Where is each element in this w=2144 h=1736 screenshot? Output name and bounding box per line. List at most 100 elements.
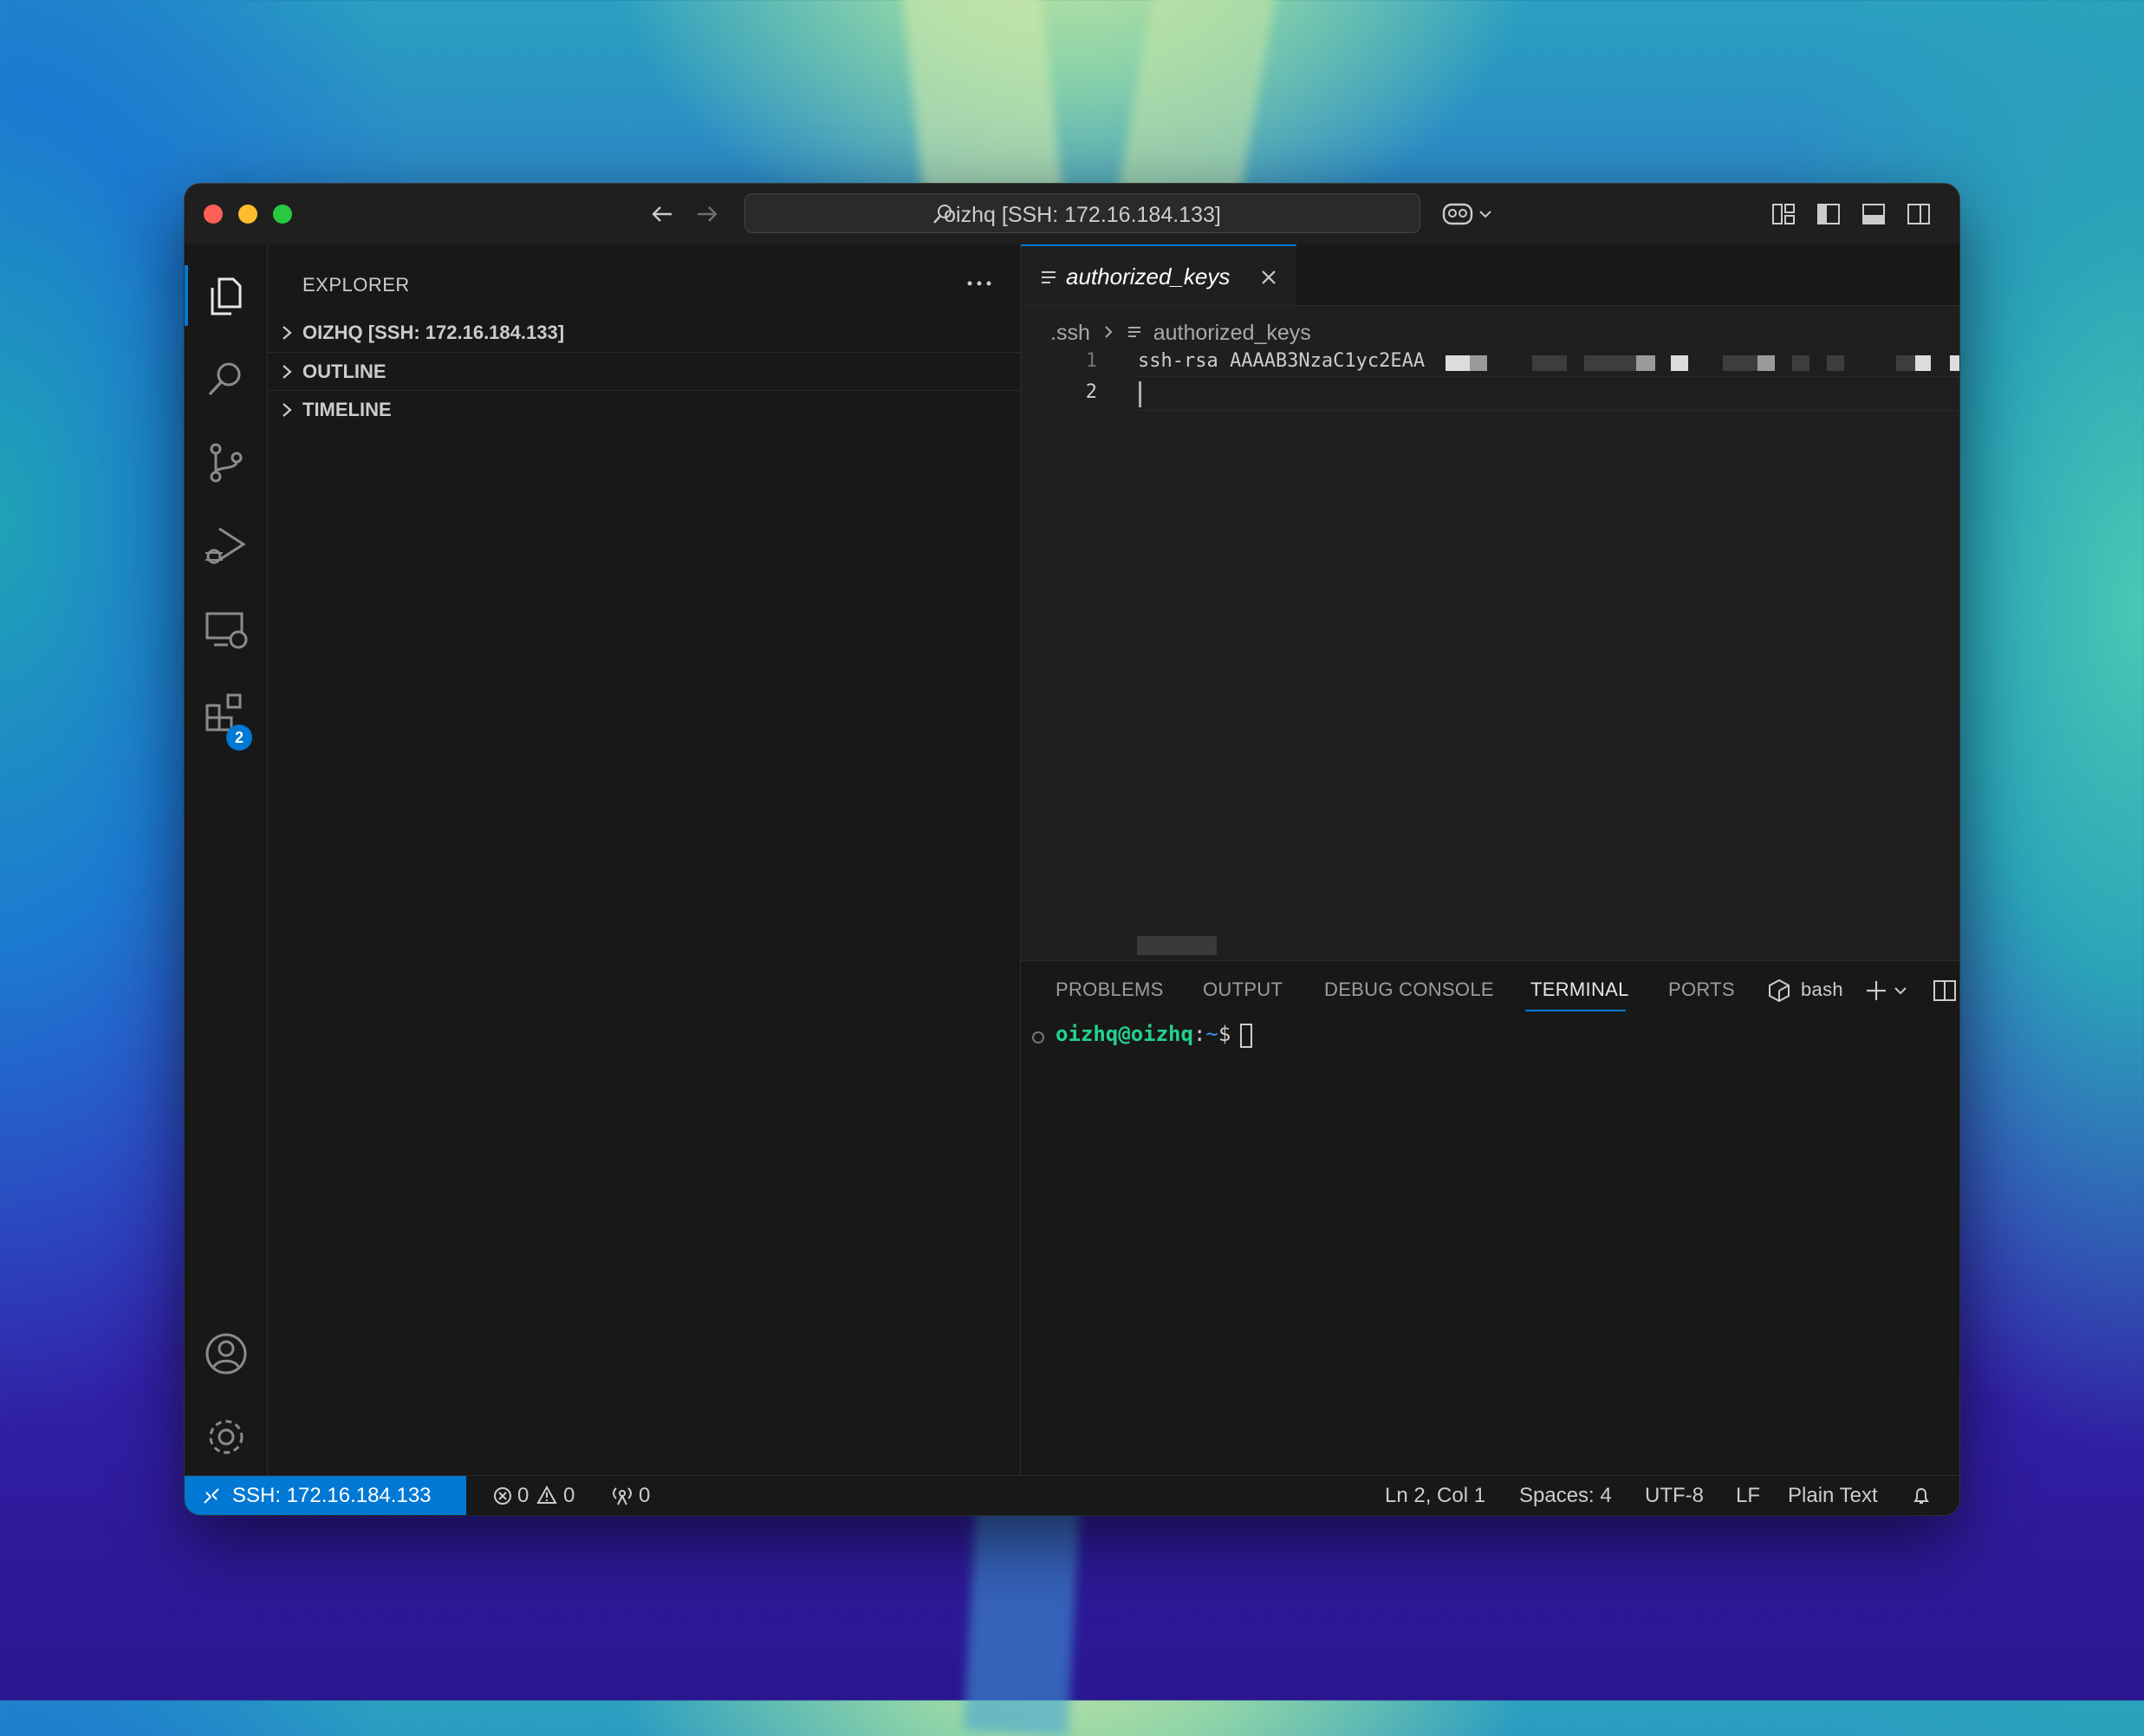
section-label: OIZHQ [SSH: 172.16.184.133] — [302, 322, 565, 343]
split-terminal-icon[interactable] — [1933, 979, 1957, 1003]
warning-count: 0 — [563, 1484, 575, 1507]
chevron-down-icon[interactable] — [1894, 985, 1907, 996]
redacted-block — [1470, 355, 1487, 371]
redacted-block — [1671, 355, 1688, 371]
accounts-icon[interactable] — [202, 1330, 250, 1378]
tab-terminal[interactable]: TERMINAL — [1530, 979, 1629, 1001]
remote-label: SSH: 172.16.184.133 — [232, 1484, 432, 1507]
title-bar: oizhq [SSH: 172.16.184.133] — [185, 184, 1959, 245]
breadcrumb-file[interactable]: authorized_keys — [1153, 321, 1311, 345]
status-bar: SSH: 172.16.184.133 0 0 0 Ln 2, Col 1 Sp… — [185, 1475, 1959, 1515]
remote-icon — [204, 1488, 219, 1504]
close-icon[interactable] — [1260, 269, 1277, 286]
section-workspace[interactable]: OIZHQ [SSH: 172.16.184.133] — [268, 314, 1020, 352]
terminal-prompt[interactable]: oizhq@oizhq:~$ — [1056, 1022, 1231, 1046]
settings-gear-icon[interactable] — [202, 1413, 250, 1461]
file-lines-icon — [1042, 271, 1056, 283]
redacted-block — [1532, 355, 1567, 371]
section-outline[interactable]: OUTLINE — [268, 352, 1020, 391]
tab-authorized-keys[interactable]: authorized_keys — [1021, 244, 1296, 305]
more-actions-icon[interactable] — [966, 279, 992, 288]
code-line-1[interactable]: ssh-rsa AAAAB3NzaC1yc2EAA — [1138, 350, 1425, 372]
ports-count: 0 — [639, 1484, 651, 1507]
active-tab-underline — [1525, 1010, 1626, 1011]
search-icon[interactable] — [202, 355, 250, 404]
activity-bar: 2 — [185, 244, 268, 1487]
customize-layout-icon[interactable] — [1770, 201, 1796, 227]
chevron-right-icon — [1105, 326, 1113, 338]
error-icon — [494, 1487, 511, 1505]
tab-output[interactable]: OUTPUT — [1203, 979, 1283, 1001]
redacted-block — [1636, 355, 1655, 371]
extensions-badge: 2 — [226, 725, 252, 751]
close-window-button[interactable] — [204, 205, 223, 224]
redacted-block — [1446, 355, 1470, 371]
error-count: 0 — [517, 1484, 530, 1507]
remote-indicator[interactable]: SSH: 172.16.184.133 — [185, 1476, 466, 1515]
section-label: OUTLINE — [302, 361, 387, 382]
line-number: 1 — [1085, 350, 1097, 372]
active-indicator — [185, 265, 188, 326]
tab-label: authorized_keys — [1066, 263, 1231, 289]
breadcrumb-folder[interactable]: .ssh — [1050, 321, 1090, 345]
eol-status[interactable]: LF — [1736, 1484, 1760, 1508]
sidebar-title: EXPLORER — [302, 274, 410, 296]
language-mode[interactable]: Plain Text — [1788, 1484, 1878, 1508]
toggle-primary-sidebar-icon[interactable] — [1816, 201, 1842, 227]
new-terminal-plus-icon[interactable] — [1864, 979, 1888, 1003]
problems-status[interactable]: 0 0 — [481, 1476, 602, 1515]
terminal-shell-label[interactable]: bash — [1801, 979, 1843, 1001]
copilot-icon[interactable] — [1441, 199, 1476, 229]
toggle-panel-icon[interactable] — [1861, 201, 1887, 227]
back-arrow-icon[interactable] — [649, 201, 675, 227]
broadcast-icon — [613, 1487, 632, 1505]
cursor-position[interactable]: Ln 2, Col 1 — [1385, 1484, 1485, 1508]
redacted-block — [1827, 355, 1844, 371]
run-and-debug-icon[interactable] — [202, 522, 250, 570]
redacted-block — [1723, 355, 1757, 371]
section-label: TIMELINE — [302, 399, 392, 420]
forward-arrow-icon[interactable] — [694, 201, 720, 227]
section-timeline[interactable]: TIMELINE — [268, 390, 1020, 429]
bottom-panel: PROBLEMS OUTPUT DEBUG CONSOLE TERMINAL P… — [1021, 960, 1959, 1488]
horizontal-scrollbar[interactable] — [1137, 936, 1217, 955]
line-number: 2 — [1085, 381, 1097, 403]
chevron-right-icon — [283, 365, 292, 379]
notifications-bell-icon[interactable] — [1911, 1486, 1932, 1506]
editor-area: authorized_keys .ssh authorized_keys 1 2… — [1021, 244, 1959, 1488]
chevron-right-icon — [283, 326, 292, 340]
text-cursor — [1139, 381, 1141, 407]
redacted-block — [1915, 355, 1931, 371]
indentation-status[interactable]: Spaces: 4 — [1519, 1484, 1612, 1508]
source-control-icon[interactable] — [202, 439, 250, 487]
redacted-block — [1950, 355, 1959, 371]
prompt-sep: : — [1192, 1022, 1206, 1046]
maximize-window-button[interactable] — [273, 205, 292, 224]
remote-explorer-icon[interactable] — [202, 605, 250, 653]
tab-ports[interactable]: PORTS — [1668, 979, 1735, 1001]
explorer-sidebar: EXPLORER OIZHQ [SSH: 172.16.184.133] OUT… — [268, 244, 1021, 1487]
breadcrumb: .ssh authorized_keys — [1050, 321, 1311, 346]
minimize-window-button[interactable] — [238, 205, 257, 224]
warning-icon — [536, 1486, 557, 1504]
command-center-label: oizhq [SSH: 172.16.184.133] — [944, 203, 1221, 227]
tab-debug-console[interactable]: DEBUG CONSOLE — [1324, 979, 1494, 1001]
terminal-status-circle-icon — [1032, 1031, 1044, 1044]
encoding-status[interactable]: UTF-8 — [1645, 1484, 1704, 1508]
prompt-symbol: $ — [1218, 1022, 1231, 1046]
explorer-icon[interactable] — [202, 272, 250, 321]
tab-bar: authorized_keys — [1021, 244, 1959, 306]
command-center[interactable]: oizhq [SSH: 172.16.184.133] — [744, 193, 1420, 233]
toggle-secondary-sidebar-icon[interactable] — [1906, 201, 1932, 227]
redacted-block — [1757, 355, 1775, 371]
vscode-window: oizhq [SSH: 172.16.184.133] 2 EXPLORER O… — [185, 184, 1959, 1515]
chevron-down-icon[interactable] — [1478, 208, 1493, 220]
chevron-right-icon — [283, 403, 292, 417]
current-line-highlight — [1134, 376, 1959, 411]
terminal-cursor — [1240, 1024, 1252, 1048]
file-lines-icon — [1127, 327, 1140, 337]
terminal-shell-icon — [1769, 979, 1790, 1003]
redacted-block — [1584, 355, 1636, 371]
tab-problems[interactable]: PROBLEMS — [1056, 979, 1164, 1001]
ports-status[interactable]: 0 — [601, 1476, 661, 1515]
